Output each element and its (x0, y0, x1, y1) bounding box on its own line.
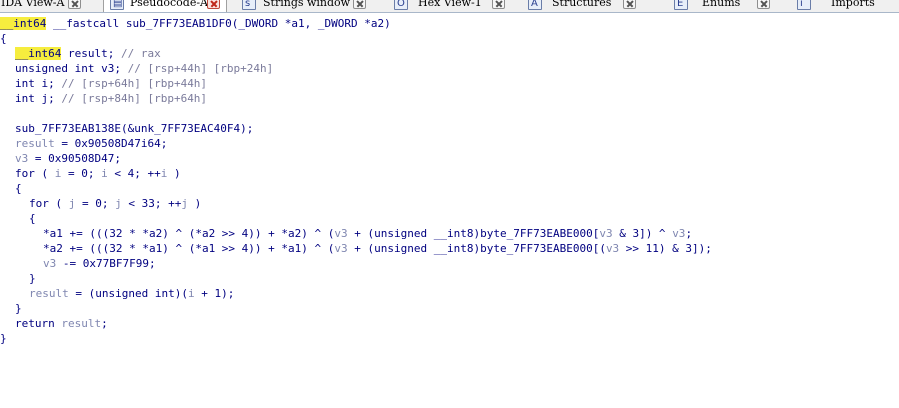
tab-imports[interactable]: i Imports (795, 0, 899, 12)
decl-comment: // rax (120, 47, 161, 60)
function-signature: __fastcall sub_7FF73EAB1DF0(_DWORD *a1, … (46, 17, 391, 30)
local-variable: result (61, 317, 102, 330)
code-line-result-assign: result = 0x90508D47i64; (15, 136, 167, 151)
code-line: } (15, 302, 22, 315)
tab-label: Enums (702, 0, 741, 9)
tab-enums[interactable]: E Enums (664, 0, 784, 12)
close-icon[interactable] (353, 0, 366, 9)
decl-text: int j; (15, 92, 62, 105)
code-text: + (unsigned __int8)byte_7FF73EABE000[ (347, 227, 600, 240)
code-text: = 0x90508D47i64; (54, 137, 168, 150)
code-line-stmt1: *a1 += (((32 * *a2) ^ (*a2 >> 4)) + *a2)… (43, 226, 692, 241)
tab-hex-view-1[interactable]: O Hex View-1 (390, 0, 510, 12)
local-variable: v3 (605, 242, 620, 255)
code-text: >> 11) & 3]); (619, 242, 712, 255)
code-text: *a2 += (((32 * *a1) ^ (*a1 >> 4)) + *a1)… (43, 242, 335, 255)
imports-icon: i (797, 0, 811, 10)
code-text: + 1); (194, 287, 235, 300)
code-text: + (unsigned __int8)byte_7FF73EABE000[( (347, 242, 606, 255)
code-line-decl-i: int i; // [rsp+64h] [rbp+44h] (15, 76, 207, 91)
code-text: < 4; ++ (107, 167, 161, 180)
code-line-stmt2: *a2 += (((32 * *a1) ^ (*a1 >> 4)) + *a1)… (43, 241, 712, 256)
decl-comment: // [rsp+64h] [rbp+44h] (61, 77, 208, 90)
local-variable: i (187, 287, 195, 300)
close-icon[interactable] (757, 0, 770, 9)
tab-label: Imports (831, 0, 875, 9)
strings-icon: s (242, 0, 256, 10)
code-line: { (0, 32, 7, 45)
tab-label: Strings window (263, 0, 351, 9)
local-variable: i (101, 167, 108, 180)
tab-label: Structures (552, 0, 612, 9)
tab-label: IDA View-A (1, 0, 65, 9)
code-text: ; (685, 227, 693, 240)
code-text: & 3]) ^ (612, 227, 673, 240)
code-line: } (0, 332, 7, 345)
structures-icon: A (528, 0, 542, 10)
decl-text: int i; (15, 77, 62, 90)
code-text: -= 0x77BF7F99; (56, 257, 156, 270)
tab-label: Pseudocode-A (130, 0, 209, 9)
code-line-stmt3: v3 -= 0x77BF7F99; (43, 256, 156, 271)
code-line-v3-assign: v3 = 0x90508D47; (15, 151, 121, 166)
code-text: = 0; (75, 197, 116, 210)
return-type-highlight: __int64 (0, 17, 47, 30)
local-variable: j (181, 197, 188, 210)
local-variable: v3 (334, 227, 348, 240)
local-variable: v3 (334, 242, 348, 255)
code-text: = 0x90508D47; (28, 152, 121, 165)
code-text: ; (101, 317, 108, 330)
code-line-result-cast: result = (unsigned int)(i + 1); (29, 286, 234, 301)
close-icon[interactable] (492, 0, 505, 9)
local-variable: j (115, 197, 122, 210)
code-text: return (15, 317, 62, 330)
tab-pseudocode-a[interactable]: ▤ Pseudocode-A (103, 0, 227, 12)
enums-icon: E (674, 0, 688, 10)
code-line-decl-j: int j; // [rsp+84h] [rbp+64h] (15, 91, 207, 106)
code-line-return: return result; (15, 316, 108, 331)
code-line-call: sub_7FF73EAB138E(&unk_7FF73EAC40F4); (15, 122, 254, 135)
code-text: = (unsigned int)( (68, 287, 188, 300)
local-variable: v3 (599, 227, 613, 240)
pseudocode-view[interactable]: __int64 __fastcall sub_7FF73EAB1DF0(_DWO… (0, 14, 899, 408)
code-line: } (29, 272, 36, 285)
decl-name: result; (61, 47, 121, 60)
code-line-signature: __int64 __fastcall sub_7FF73EAB1DF0(_DWO… (0, 16, 391, 31)
code-line: { (29, 212, 36, 225)
decl-comment: // [rsp+44h] [rbp+24h] (127, 62, 274, 75)
decl-text: unsigned int v3; (15, 62, 128, 75)
local-variable: v3 (672, 227, 686, 240)
pseudocode-icon: ▤ (110, 0, 124, 10)
code-line-decl-v3: unsigned int v3; // [rsp+44h] [rbp+24h] (15, 61, 273, 76)
hex-view-icon: O (394, 0, 408, 10)
local-variable: v3 (43, 257, 57, 270)
tab-label: Hex View-1 (418, 0, 482, 9)
code-text: = 0; (61, 167, 102, 180)
code-line: { (15, 182, 22, 195)
type-highlight: __int64 (15, 47, 62, 60)
code-text: *a1 += (((32 * *a2) ^ (*a2 >> 4)) + *a2)… (43, 227, 335, 240)
tab-ida-view-a[interactable]: IDA View-A (0, 0, 100, 12)
code-text: < 33; ++ (121, 197, 182, 210)
code-text: ) (167, 167, 181, 180)
code-line-for-i: for ( i = 0; i < 4; ++i ) (15, 166, 181, 181)
tab-strings-window[interactable]: s Strings window (237, 0, 369, 12)
code-line-for-j: for ( j = 0; j < 33; ++j ) (29, 196, 201, 211)
local-variable: v3 (15, 152, 29, 165)
close-icon[interactable] (623, 0, 636, 9)
tab-bar: IDA View-A ▤ Pseudocode-A s Strings wind… (0, 0, 899, 13)
code-line-decl-result: __int64 result; // rax (15, 46, 161, 61)
code-text: ) (187, 197, 202, 210)
close-icon[interactable] (68, 0, 81, 9)
tab-structures[interactable]: A Structures (525, 0, 651, 12)
decl-comment: // [rsp+84h] [rbp+64h] (61, 92, 208, 105)
code-text: for ( (15, 167, 55, 180)
code-text: for ( (29, 197, 69, 210)
local-variable: result (29, 287, 69, 300)
local-variable: result (15, 137, 55, 150)
close-icon[interactable] (207, 0, 220, 9)
